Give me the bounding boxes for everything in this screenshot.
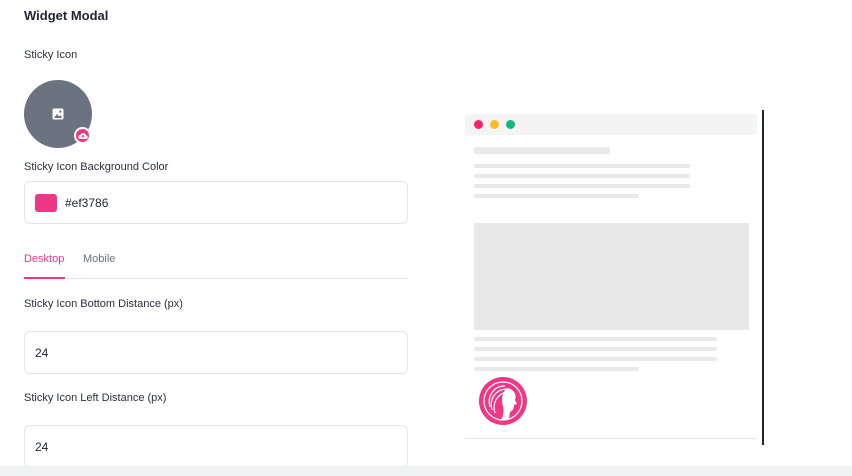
image-icon <box>52 108 64 120</box>
bg-color-label: Sticky Icon Background Color <box>24 161 169 173</box>
preview-content-block <box>474 223 749 330</box>
cloud-upload-icon <box>77 132 88 139</box>
preview-text-line <box>474 367 639 371</box>
preview-heading-line <box>474 147 610 154</box>
preview-text-line <box>474 347 717 351</box>
window-dot-green-icon <box>506 120 515 129</box>
window-dot-yellow-icon <box>490 120 499 129</box>
bottom-distance-input[interactable]: 24 <box>24 331 408 374</box>
woman-profile-logo <box>483 381 523 421</box>
sticky-icon-label: Sticky Icon <box>24 49 78 61</box>
tab-desktop[interactable]: Desktop <box>24 253 65 279</box>
window-dot-red-icon <box>474 120 483 129</box>
preview-text-line <box>474 357 717 361</box>
widget-modal-title: Widget Modal <box>24 8 109 23</box>
device-tabs: Desktop Mobile <box>24 250 408 279</box>
upload-icon-button[interactable] <box>74 127 91 144</box>
preview-text-line <box>474 174 690 178</box>
tab-mobile[interactable]: Mobile <box>83 253 115 279</box>
bottom-strip <box>0 466 852 476</box>
color-swatch[interactable] <box>35 193 57 212</box>
preview-right-border <box>762 110 764 445</box>
preview-sticky-icon[interactable] <box>479 377 527 425</box>
left-distance-input[interactable]: 24 <box>24 425 408 468</box>
preview-window <box>465 114 757 439</box>
preview-text-line <box>474 194 639 198</box>
bg-color-value[interactable]: #ef3786 <box>65 196 108 210</box>
bottom-distance-label: Sticky Icon Bottom Distance (px) <box>24 298 183 310</box>
preview-text-line <box>474 164 690 168</box>
preview-text-line <box>474 337 717 341</box>
preview-browser-bar <box>465 114 757 135</box>
left-distance-label: Sticky Icon Left Distance (px) <box>24 392 167 404</box>
preview-text-line <box>474 184 690 188</box>
bg-color-field[interactable]: #ef3786 <box>24 181 408 224</box>
